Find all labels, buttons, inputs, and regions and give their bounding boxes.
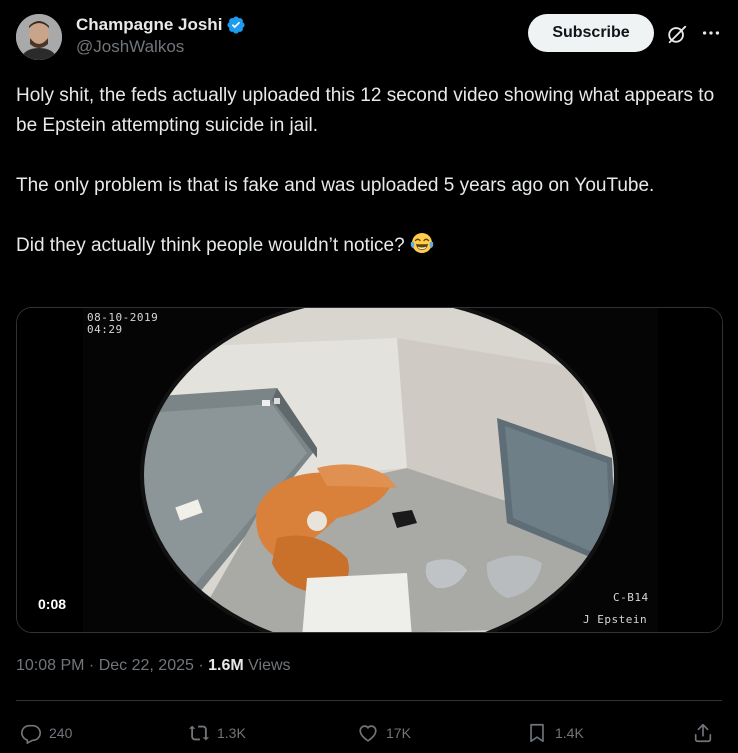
verified-badge-icon bbox=[227, 16, 245, 34]
share-icon bbox=[694, 723, 712, 743]
post-time[interactable]: 10:08 PM bbox=[16, 657, 84, 674]
cctv-camera-id: C-B14 bbox=[613, 591, 649, 604]
bookmark-button[interactable]: 1.4K bbox=[526, 718, 584, 748]
grok-icon[interactable] bbox=[666, 23, 688, 45]
cctv-name-label: J Epstein bbox=[583, 613, 648, 626]
repost-button[interactable]: 1.3K bbox=[188, 718, 246, 748]
heart-icon bbox=[359, 725, 377, 742]
like-button[interactable]: 17K bbox=[357, 718, 411, 748]
face-with-tears-of-joy-icon bbox=[410, 233, 434, 253]
video-player[interactable]: 08-10-2019 04:29 C-B14 J Epstein 0:08 bbox=[16, 307, 723, 633]
action-bar: 240 1.3K 17K 1.4K bbox=[16, 718, 722, 748]
more-icon[interactable] bbox=[700, 22, 722, 44]
repost-count: 1.3K bbox=[217, 725, 246, 741]
post-meta: 10:08 PM · Dec 22, 2025 · 1.6M Views bbox=[16, 655, 291, 677]
reply-icon bbox=[21, 724, 41, 744]
author-handle[interactable]: @JoshWalkos bbox=[76, 36, 246, 58]
post-paragraph-3-row: Did they actually think people wouldn’t … bbox=[16, 231, 722, 261]
post-text: Holy shit, the feds actually uploaded th… bbox=[16, 81, 722, 261]
avatar[interactable] bbox=[16, 14, 62, 60]
reply-count: 240 bbox=[49, 725, 73, 741]
like-count: 17K bbox=[386, 725, 411, 741]
bookmark-count: 1.4K bbox=[555, 725, 584, 741]
video-duration-badge: 0:08 bbox=[29, 591, 76, 617]
cctv-time: 04:29 bbox=[87, 323, 123, 336]
meta-separator: · bbox=[193, 657, 209, 674]
divider bbox=[16, 700, 722, 701]
views-count[interactable]: 1.6M bbox=[208, 657, 244, 674]
avatar-image bbox=[16, 14, 62, 60]
author-display-name-row[interactable]: Champagne Joshi bbox=[76, 14, 246, 36]
post-header: Champagne Joshi @JoshWalkos Subscribe bbox=[16, 12, 722, 62]
post-paragraph-1: Holy shit, the feds actually uploaded th… bbox=[16, 85, 715, 136]
repost-icon bbox=[188, 725, 210, 741]
bookmark-icon bbox=[530, 723, 544, 743]
subscribe-button[interactable]: Subscribe bbox=[528, 14, 654, 52]
video-frame bbox=[17, 308, 722, 632]
author-display-name[interactable]: Champagne Joshi bbox=[76, 14, 222, 36]
meta-separator: · bbox=[84, 657, 99, 674]
post-paragraph-2: The only problem is that is fake and was… bbox=[16, 175, 655, 196]
post-paragraph-3: Did they actually think people wouldn’t … bbox=[16, 235, 405, 256]
views-label: Views bbox=[243, 657, 291, 674]
post-date[interactable]: Dec 22, 2025 bbox=[99, 657, 194, 674]
share-button[interactable] bbox=[692, 718, 714, 748]
author-names: Champagne Joshi @JoshWalkos bbox=[76, 14, 246, 58]
reply-button[interactable]: 240 bbox=[20, 718, 72, 748]
